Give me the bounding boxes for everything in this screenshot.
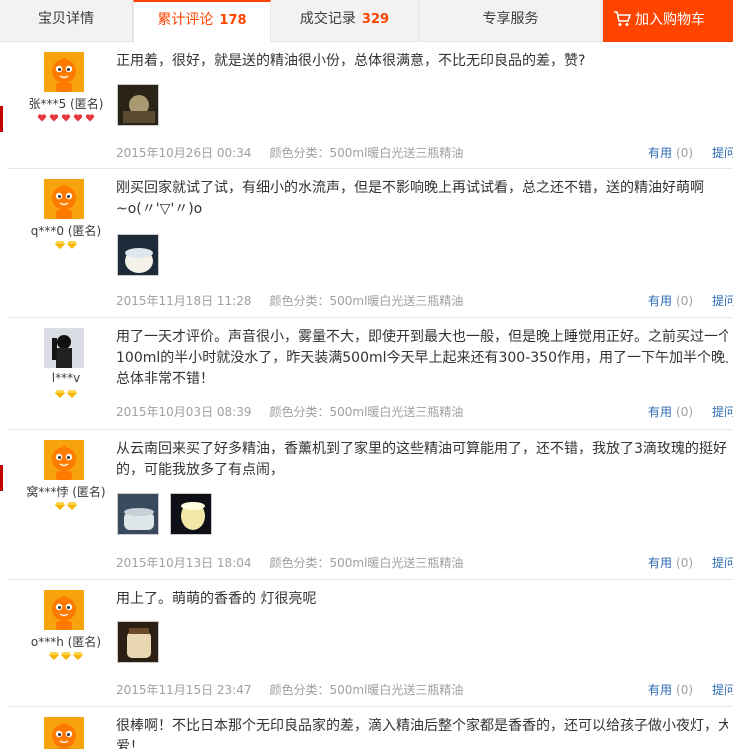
mascot-avatar[interactable] [44,717,84,749]
tab-transactions[interactable]: 成交记录 329 [271,0,419,42]
review-text-line: 很棒啊！不比日本那个无印良品家的差，滴入精油后整个家都是香香的，还可以给孩子做小… [116,718,728,734]
review-text-line: ~o(〃'▽'〃)o [116,201,203,217]
review-date: 2015年10月13日 18:04 [116,556,252,570]
ask-question-link[interactable]: 提问 [712,681,733,698]
user-photo-avatar[interactable] [44,328,84,368]
review-text: 用了一天才评价。声音很小，雾量不大，即使开到最大也一般，但是晚上睡觉用正好。之前… [116,327,728,390]
review-text: 正用着，很好，就是送的精油很小份，总体很满意，不比无印良品的差，赞? [116,51,728,72]
useful-label: 有用 [648,294,673,308]
buyer-rank-diamonds-icon [0,502,132,513]
review-photo-thumbnail[interactable] [170,493,212,535]
useful-button[interactable]: 有用 (0) [648,554,693,571]
review-text-line: 总体非常不错！ [116,371,214,387]
review-text-line: 用上了。萌萌的香香的 灯很亮呢 [116,591,317,607]
buyer-rank-diamonds-icon [0,241,132,252]
mascot-avatar[interactable] [44,590,84,630]
useful-label: 有用 [648,405,673,419]
buyer-rank-hearts-icon [0,114,132,125]
tab-bar: 宝贝详情 累计评论 178 成交记录 329 专享服务 加入购物车 [0,0,733,43]
tab-label: 专享服务 [482,11,539,27]
useful-button[interactable]: 有用 (0) [648,681,693,698]
review-divider [8,429,733,430]
ask-question-link[interactable]: 提问 [712,554,733,571]
reviewer-name: 窝***悖 (匿名) [26,485,106,499]
review-photo-thumbnail[interactable] [117,84,159,126]
useful-label: 有用 [648,683,673,697]
ask-question-link[interactable]: 提问 [712,144,733,161]
review-text: 从云南回来买了好多精油，香薰机到了家里的这些精油可算能用了，还不错，我放了3滴玫… [116,439,728,481]
mascot-avatar[interactable] [44,440,84,480]
review-text-line: 用了一天才评价。声音很小，雾量不大，即使开到最大也一般，但是晚上睡觉用正好。之前… [116,329,728,345]
review-text-line: 爱！ [116,739,144,749]
review-date: 2015年11月15日 23:47 [116,683,252,697]
useful-count: (0) [676,405,694,419]
reviewer-name: q***0 (匿名) [30,224,102,238]
review-photos [117,621,170,667]
review-text: 用上了。萌萌的香香的 灯很亮呢 [116,589,728,610]
review-divider [8,706,733,707]
review-count: 178 [219,13,247,28]
mascot-avatar[interactable] [44,52,84,92]
useful-button[interactable]: 有用 (0) [648,292,693,309]
tab-reviews[interactable]: 累计评论 178 [133,0,271,43]
review-sku-spec: 颜色分类：500ml暖白光送三瓶精油 [269,405,464,419]
review-divider [8,579,733,580]
buyer-rank-diamonds-icon [0,652,132,663]
ask-question-link[interactable]: 提问 [712,292,733,309]
reviewer-name: l***v [51,371,81,385]
review-meta: 2015年10月26日 00:34 颜色分类：500ml暖白光送三瓶精油 [116,144,463,161]
review-photos [117,84,170,130]
useful-button[interactable]: 有用 (0) [648,144,693,161]
review-date: 2015年11月18日 11:28 [116,294,252,308]
useful-count: (0) [676,683,694,697]
review-sku-spec: 颜色分类：500ml暖白光送三瓶精油 [269,146,464,160]
review-meta: 2015年10月13日 18:04 颜色分类：500ml暖白光送三瓶精油 [116,554,463,571]
review-meta: 2015年11月15日 23:47 颜色分类：500ml暖白光送三瓶精油 [116,681,463,698]
ask-question-link[interactable]: 提问 [712,403,733,420]
tab-item-details[interactable]: 宝贝详情 [0,0,133,42]
tab-label: 累计评论 [157,12,214,28]
tab-exclusive-service[interactable]: 专享服务 [419,0,603,42]
cart-icon [614,11,631,26]
review-text-line: 100ml的半小时就没水了，昨天装满500ml今天早上起来还有300-350作用… [116,350,728,366]
review-text-line: 正用着，很好，就是送的精油很小份，总体很满意，不比无印良品的差，赞? [116,53,586,69]
review-text-line: 从云南回来买了好多精油，香薰机到了家里的这些精油可算能用了，还不错，我放了3滴玫… [116,441,728,457]
review-sku-spec: 颜色分类：500ml暖白光送三瓶精油 [269,556,464,570]
review-text: 很棒啊！不比日本那个无印良品家的差，滴入精油后整个家都是香香的，还可以给孩子做小… [116,716,728,749]
useful-count: (0) [676,294,694,308]
review-photo-thumbnail[interactable] [117,234,159,276]
review-meta: 2015年11月18日 11:28 颜色分类：500ml暖白光送三瓶精油 [116,292,463,309]
review-text: 刚买回家就试了试，有细小的水流声，但是不影响晚上再试试看，总之还不错，送的精油好… [116,178,728,220]
review-meta: 2015年10月03日 08:39 颜色分类：500ml暖白光送三瓶精油 [116,403,463,420]
useful-count: (0) [676,146,694,160]
review-text-line: 的，可能我放多了有点闹， [116,462,284,478]
review-sku-spec: 颜色分类：500ml暖白光送三瓶精油 [269,294,464,308]
buyer-rank-diamonds-icon [0,390,132,401]
useful-label: 有用 [648,556,673,570]
transaction-count: 329 [361,12,390,27]
review-sku-spec: 颜色分类：500ml暖白光送三瓶精油 [269,683,464,697]
review-text-line: 刚买回家就试了试，有细小的水流声，但是不影响晚上再试试看，总之还不错，送的精油好… [116,180,704,196]
review-photos [117,493,223,539]
review-photo-thumbnail[interactable] [117,493,159,535]
review-date: 2015年10月03日 08:39 [116,405,252,419]
add-to-cart-button[interactable]: 加入购物车 [603,0,733,42]
useful-button[interactable]: 有用 (0) [648,403,693,420]
useful-label: 有用 [648,146,673,160]
useful-count: (0) [676,556,694,570]
tab-label: 成交记录 [299,11,356,27]
tab-label: 宝贝详情 [38,11,94,27]
reviewer-name: o***h (匿名) [30,635,102,649]
review-date: 2015年10月26日 00:34 [116,146,252,160]
add-to-cart-label: 加入购物车 [635,12,705,28]
reviewer-name: 张***5 (匿名) [28,97,104,111]
review-divider [8,317,733,318]
review-photo-thumbnail[interactable] [117,621,159,663]
mascot-avatar[interactable] [44,179,84,219]
review-divider [8,168,733,169]
review-photos [117,234,170,280]
